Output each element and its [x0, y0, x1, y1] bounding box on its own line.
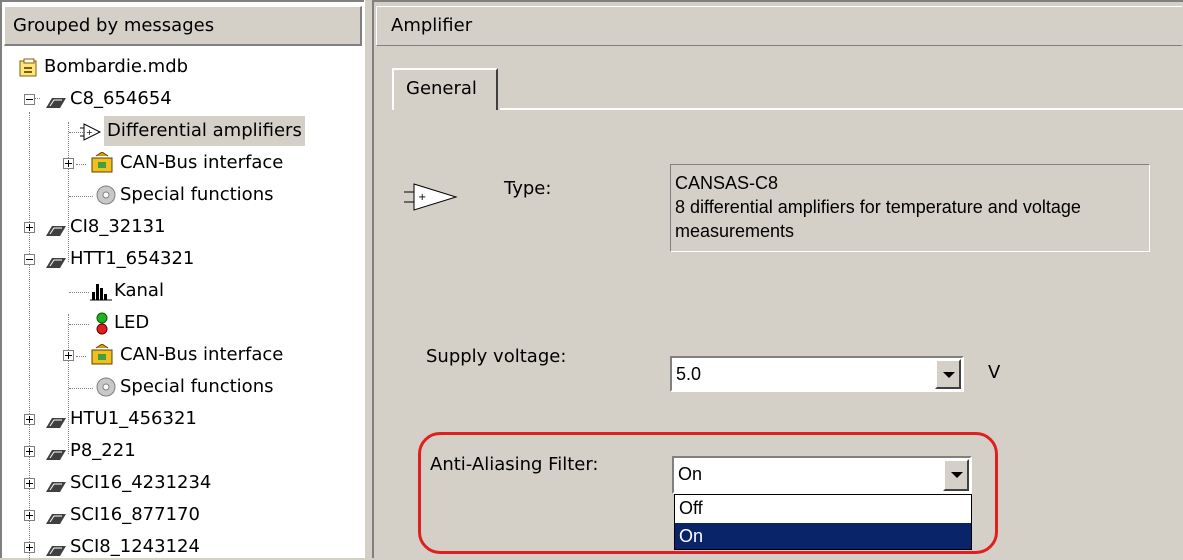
chevron-down-icon[interactable]: [935, 359, 961, 389]
tree-pane: Grouped by messages Bombardie.mdb C8_654…: [0, 0, 364, 560]
supply-voltage-label: Supply voltage:: [426, 346, 567, 367]
tree-node-led[interactable]: LED: [2, 308, 302, 338]
expand-toggle[interactable]: [63, 350, 74, 361]
tree-node-special-functions[interactable]: Special functions: [2, 180, 322, 210]
svg-text:+: +: [86, 128, 93, 137]
pane-splitter[interactable]: [364, 0, 372, 558]
expand-toggle[interactable]: [24, 478, 35, 489]
tree-node-c8[interactable]: C8_654654: [2, 84, 342, 114]
highlight-ring: [418, 432, 998, 554]
expand-toggle[interactable]: [24, 510, 35, 521]
svg-text:+: +: [418, 192, 426, 203]
type-value: CANSAS-C8 8 differential amplifiers for …: [670, 164, 1150, 252]
type-label: Type:: [504, 178, 552, 199]
tree-node-sci8[interactable]: SCI8_1243124: [2, 532, 302, 560]
collapse-toggle[interactable]: [24, 254, 35, 265]
tree-node-sci16-4231234[interactable]: SCI16_4231234: [2, 468, 302, 498]
tree-node-p8[interactable]: P8_221: [2, 436, 302, 466]
tree-node-sci16-877170[interactable]: SCI16_877170: [2, 500, 302, 530]
supply-voltage-unit: V: [988, 362, 1001, 383]
expand-toggle[interactable]: [24, 446, 35, 457]
tree-header[interactable]: Grouped by messages: [4, 6, 362, 46]
module-icon: [42, 540, 68, 560]
supply-voltage-select[interactable]: 5.0: [670, 356, 964, 392]
tree-node-special-functions[interactable]: Special functions: [2, 372, 322, 402]
panel-title: Amplifier: [376, 6, 1182, 46]
expand-toggle[interactable]: [63, 158, 74, 169]
tree-node-can-bus-interface[interactable]: CAN-Bus interface: [2, 340, 322, 370]
tab-divider: [500, 108, 1183, 110]
tree-view[interactable]: Bombardie.mdb C8_654654 + Differential a…: [2, 48, 364, 560]
tree-node-can-bus-interface[interactable]: CAN-Bus interface: [2, 148, 322, 178]
expand-toggle[interactable]: [24, 414, 35, 425]
tree-root-label: Bombardie.mdb: [44, 56, 189, 77]
amplifier-icon: +: [404, 180, 464, 219]
expand-toggle[interactable]: [24, 542, 35, 553]
tab-general[interactable]: General: [392, 68, 498, 110]
tree-node-kanal[interactable]: Kanal: [2, 276, 302, 306]
tree-node-ci8[interactable]: CI8_32131: [2, 212, 302, 242]
tree-root[interactable]: Bombardie.mdb: [2, 52, 302, 82]
tree-node-differential-amplifiers[interactable]: + Differential amplifiers: [2, 116, 364, 146]
tree-node-htu1[interactable]: HTU1_456321: [2, 404, 302, 434]
tree-node-htt1[interactable]: HTT1_654321: [2, 244, 302, 274]
expand-toggle[interactable]: [24, 222, 35, 233]
collapse-toggle[interactable]: [24, 94, 35, 105]
